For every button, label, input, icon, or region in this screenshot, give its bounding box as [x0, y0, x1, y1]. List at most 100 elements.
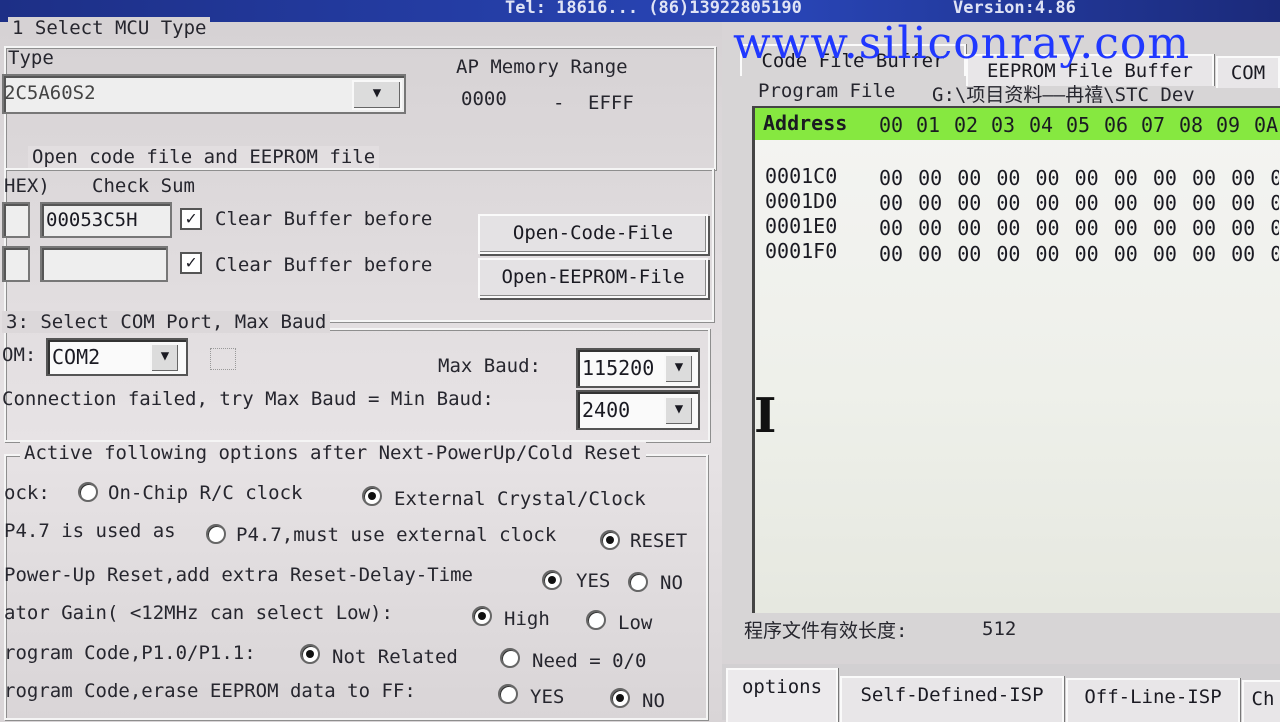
option-radio-reset-delay-no[interactable]: [628, 572, 648, 592]
mcu-type-select[interactable]: 2C5A60S2: [2, 74, 406, 114]
hex-row-address: 0001D0: [765, 189, 838, 213]
option-text-reset-delay-yes: YES: [576, 570, 611, 592]
option-radio-p10-need[interactable]: [500, 648, 520, 668]
text-cursor-icon: I: [754, 388, 777, 444]
program-file-label: Program File: [758, 80, 896, 102]
option-text-p10-need: Need = 0/0: [532, 650, 647, 672]
open-eeprom-file-button[interactable]: Open-EEPROM-File: [478, 258, 708, 298]
hex-column-02: 02: [954, 113, 979, 137]
hex-column-01: 01: [916, 113, 941, 137]
hex-column-00: 00: [879, 113, 904, 137]
option-text-gain-high: High: [504, 608, 550, 630]
program-file-path: G:\项目资料——冉禧\STC Dev: [932, 84, 1195, 106]
clear-code-buffer-checkbox[interactable]: ✓: [180, 208, 202, 230]
hex-column-05: 05: [1066, 113, 1091, 137]
checksum-label: Check Sum: [92, 175, 195, 197]
hex-address-header: Address: [763, 111, 848, 135]
option-radio-erase-no[interactable]: [610, 688, 630, 708]
hex-row-bytes: 00 00 00 00 00 00 00 00 00 00 00: [879, 166, 1279, 190]
code-file-size-field: [2, 202, 30, 238]
hex-row-address: 0001E0: [765, 214, 838, 238]
title-contact: Tel: 18616... (86)13922805190: [505, 0, 802, 18]
tab-off-line-isp[interactable]: Off-Line-ISP: [1066, 678, 1240, 722]
clear-eeprom-buffer-label: Clear Buffer before: [215, 254, 433, 276]
open-code-file-button[interactable]: Open-Code-File: [478, 214, 708, 254]
option-text-p47-reset: RESET: [630, 530, 688, 552]
hex-column-06: 06: [1104, 113, 1129, 137]
hex-row-address: 0001F0: [765, 239, 838, 263]
hex-column-08: 08: [1179, 113, 1204, 137]
option-text-gain-low: Low: [618, 612, 653, 634]
hex-column-0a: 0A: [1254, 113, 1279, 137]
tab-options[interactable]: options: [726, 668, 838, 722]
mcu-type-dropdown-button[interactable]: ▼: [352, 80, 402, 110]
tab-checksum[interactable]: Ch: [1242, 680, 1280, 722]
step4-title: Active following options after Next-Powe…: [20, 442, 646, 464]
min-baud-value: 2400: [582, 398, 631, 422]
hex-column-09: 09: [1216, 113, 1241, 137]
chevron-down-icon: ▼: [674, 401, 684, 417]
ap-end-address: EFFF: [588, 92, 634, 114]
tab-self-defined-isp[interactable]: Self-Defined-ISP: [840, 676, 1064, 722]
option-label-clock: ock:: [4, 482, 50, 504]
option-text-p10-not-related: Not Related: [332, 646, 458, 668]
option-text-erase-no: NO: [642, 690, 665, 712]
option-radio-clock-external[interactable]: [362, 486, 382, 506]
option-radio-clock-internal[interactable]: [78, 482, 98, 502]
option-label-oscillator-gain: ator Gain( <12MHz can select Low):: [4, 602, 393, 624]
option-radio-p47-reset[interactable]: [600, 530, 620, 550]
hex-row-bytes: 00 00 00 00 00 00 00 00 00 00 00: [879, 191, 1279, 215]
clear-eeprom-buffer-checkbox[interactable]: ✓: [180, 252, 202, 274]
option-radio-p10-not-related[interactable]: [300, 644, 320, 664]
option-label-reset-delay: Power-Up Reset,add extra Reset-Delay-Tim…: [4, 564, 473, 586]
option-radio-gain-high[interactable]: [472, 606, 492, 626]
hex-column-07: 07: [1141, 113, 1166, 137]
com-port-dropdown-button[interactable]: ▼: [150, 343, 180, 373]
left-settings-panel: 1 Select MCU Type Type 2C5A60S2 ▼ AP Mem…: [0, 17, 722, 720]
hex-row-address: 0001C0: [765, 164, 838, 188]
title-version: Version:4.86: [953, 0, 1076, 18]
max-baud-value: 115200: [582, 356, 655, 380]
chevron-down-icon: ▼: [674, 359, 684, 375]
option-label-erase-eeprom: rogram Code,erase EEPROM data to FF:: [4, 680, 416, 702]
ap-range-dash: -: [553, 92, 565, 114]
option-text-clock-internal: On-Chip R/C clock: [108, 482, 303, 504]
effective-length-label: 程序文件有效长度:: [744, 620, 908, 642]
option-text-reset-delay-no: NO: [660, 572, 683, 594]
option-text-clock-external: External Crystal/Clock: [394, 488, 646, 510]
hex-row-bytes: 00 00 00 00 00 00 00 00 00 00 00: [879, 242, 1279, 266]
eeprom-file-size-field: [2, 246, 30, 282]
hex-header-row: Address 00 01 02 03 04 05 06 07 08 09 0A: [755, 108, 1280, 140]
hex-column-03: 03: [991, 113, 1016, 137]
check-icon: ✓: [185, 252, 197, 273]
step3-title: 3: Select COM Port, Max Baud: [2, 311, 331, 333]
chevron-down-icon: ▼: [372, 85, 382, 101]
option-radio-erase-yes[interactable]: [498, 684, 518, 704]
ap-memory-range-label: AP Memory Range: [456, 56, 628, 78]
max-baud-label: Max Baud:: [438, 355, 541, 377]
option-radio-reset-delay-yes[interactable]: [542, 570, 562, 590]
max-baud-dropdown-button[interactable]: ▼: [664, 354, 694, 384]
watermark-text: www.siliconray.com: [733, 18, 1191, 69]
option-radio-p47-io[interactable]: [206, 524, 226, 544]
hex-label: HEX): [4, 175, 50, 197]
option-text-erase-yes: YES: [530, 686, 565, 708]
effective-length-value: 512: [982, 618, 1017, 640]
mcu-type-label: Type: [8, 47, 54, 69]
min-baud-label: Connection failed, try Max Baud = Min Ba…: [2, 388, 494, 410]
option-label-p47: P4.7 is used as: [4, 520, 176, 542]
min-baud-dropdown-button[interactable]: ▼: [664, 396, 694, 426]
com-scan-icon[interactable]: [210, 348, 236, 370]
ap-start-address: 0000: [461, 88, 507, 110]
step2-title: Open code file and EEPROM file: [28, 146, 380, 168]
code-checksum-value: 00053C5H: [46, 209, 138, 231]
clear-code-buffer-label: Clear Buffer before: [215, 208, 433, 230]
option-radio-gain-low[interactable]: [586, 610, 606, 630]
chevron-down-icon: ▼: [160, 348, 170, 364]
check-icon: ✓: [185, 208, 197, 229]
com-port-value: COM2: [52, 345, 101, 369]
com-port-label: OM:: [2, 344, 37, 366]
eeprom-checksum-field: [40, 246, 168, 282]
option-label-p10-p11: rogram Code,P1.0/P1.1:: [4, 642, 256, 664]
step1-title: 1 Select MCU Type: [8, 17, 211, 39]
